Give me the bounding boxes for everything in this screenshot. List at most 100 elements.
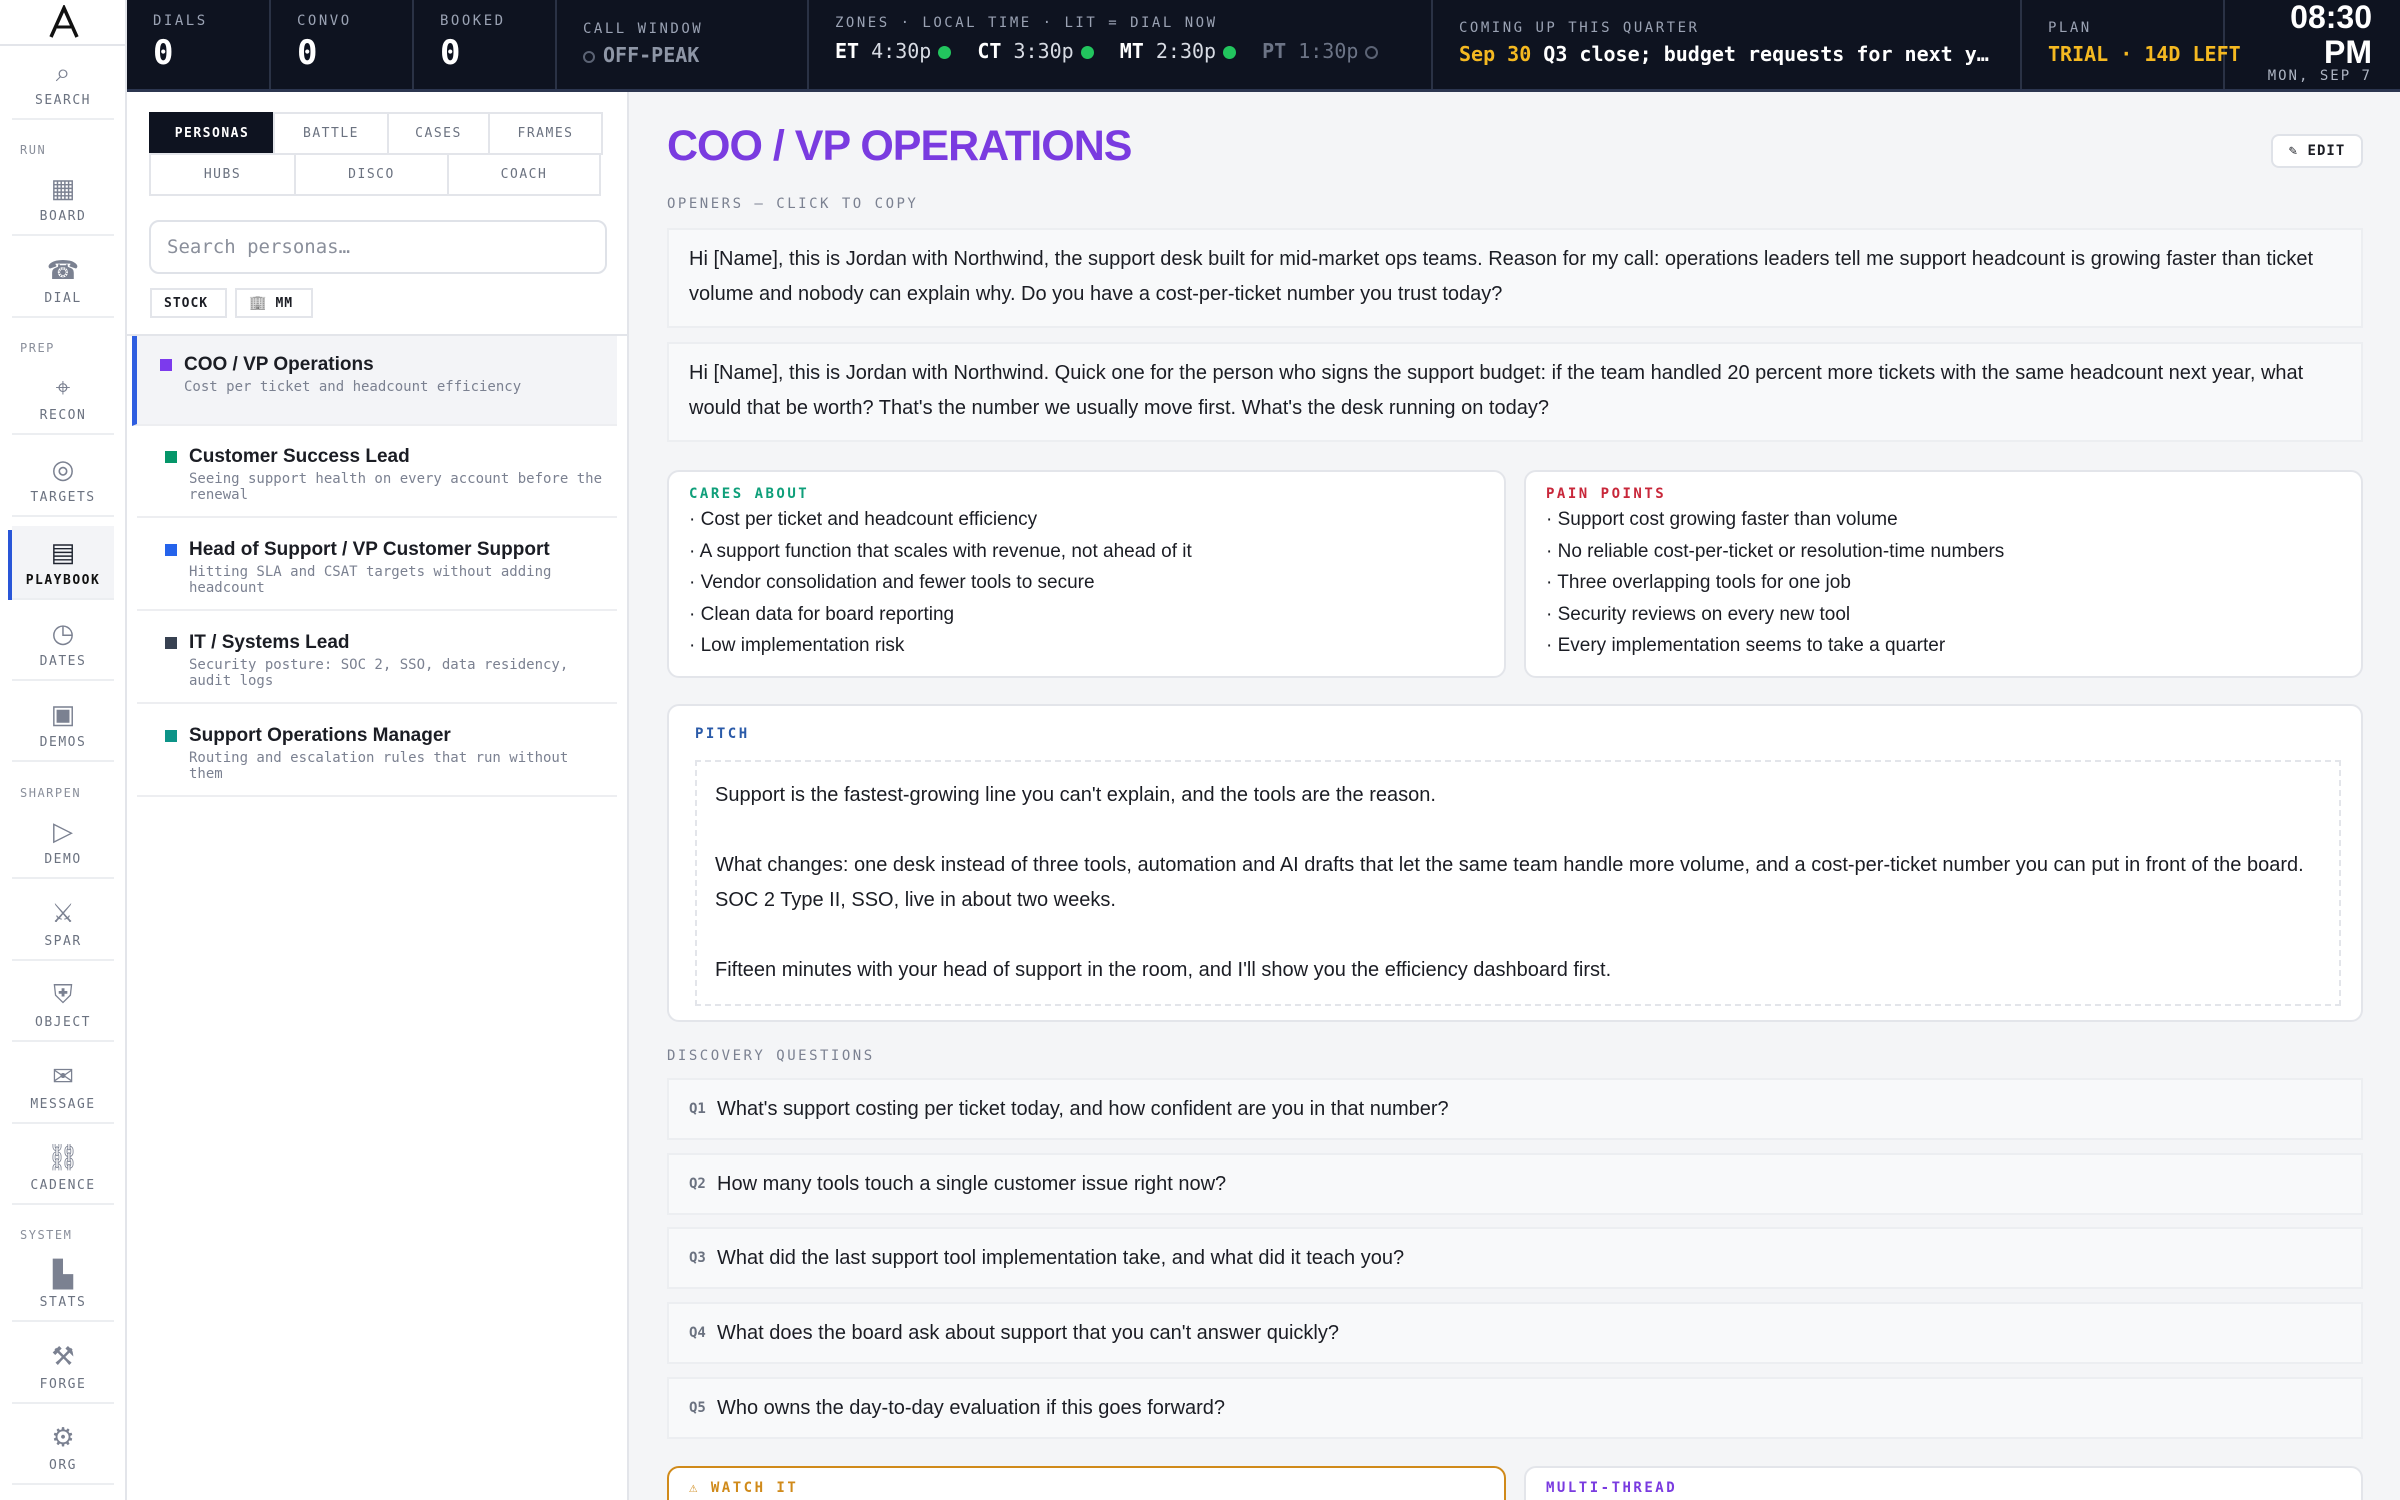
unlit-dot-icon bbox=[1365, 46, 1379, 59]
call-window-value: OFF-PEAK bbox=[603, 43, 700, 67]
page-title: COO / VP OPERATIONS bbox=[667, 122, 1132, 170]
rail-item-spar[interactable]: ⚔ SPAR bbox=[12, 887, 114, 961]
rail-item-search[interactable]: ⌕ SEARCH bbox=[12, 46, 114, 120]
top-stats-bar: DIALS 0 CONVO 0 BOOKED 0 CALL WINDOW OFF… bbox=[127, 0, 2400, 92]
persona-subtitle: Hitting SLA and CSAT targets without add… bbox=[189, 564, 552, 596]
watch-it-label: ⚠ WATCH IT bbox=[689, 1480, 799, 1496]
opener-2[interactable]: Hi [Name], this is Jordan with Northwind… bbox=[667, 342, 2363, 442]
cares-about-label: CARES ABOUT bbox=[689, 486, 810, 502]
tab-personas[interactable]: PERSONAS bbox=[149, 112, 275, 155]
call-window-status: OFF-PEAK bbox=[583, 43, 807, 67]
bullet-item: · Vendor consolidation and fewer tools t… bbox=[689, 567, 1484, 599]
watch-it-card: ⚠ WATCH IT bbox=[667, 1466, 1506, 1500]
zone-time: 4:30p bbox=[871, 39, 932, 63]
lit-dot-icon bbox=[938, 46, 952, 59]
persona-item[interactable]: Support Operations Manager Routing and es… bbox=[137, 707, 617, 797]
mm-filter-chip[interactable]: 🏢 MM bbox=[235, 288, 313, 318]
tab-coach[interactable]: COACH bbox=[447, 153, 601, 196]
rail-item-dates[interactable]: ◷ DATES bbox=[12, 607, 114, 681]
clock: 08:30 PM MON, SEP 7 bbox=[2225, 0, 2400, 89]
zone-mt[interactable]: MT 2:30p bbox=[1120, 39, 1237, 63]
persona-subtitle: Seeing support health on every account b… bbox=[189, 471, 603, 503]
convo-label: CONVO bbox=[297, 13, 352, 29]
discovery-question[interactable]: Q5 Who owns the day-to-day evaluation if … bbox=[667, 1377, 2363, 1439]
rail-item-targets[interactable]: ◎ TARGETS bbox=[12, 443, 114, 517]
tab-battle[interactable]: BATTLE bbox=[273, 112, 389, 155]
rail-item-label: MESSAGE bbox=[30, 1096, 96, 1112]
rail-item-dial[interactable]: ☎ DIAL bbox=[12, 244, 114, 318]
persona-item[interactable]: IT / Systems Lead Security posture: SOC 2… bbox=[137, 614, 617, 704]
bullet-text: Every implementation seems to take a qua… bbox=[1557, 635, 1946, 656]
zone-code: CT bbox=[977, 39, 1002, 63]
discovery-question[interactable]: Q2 How many tools touch a single customer… bbox=[667, 1153, 2363, 1215]
clock-time: 08:30 bbox=[2290, 0, 2372, 35]
zone-ct[interactable]: CT 3:30p bbox=[977, 39, 1094, 63]
rail-item-label: DEMOS bbox=[39, 734, 87, 750]
rail-item-board[interactable]: ▦ BOARD bbox=[12, 162, 114, 236]
cares-about-card: CARES ABOUT · Cost per ticket and headco… bbox=[667, 470, 1506, 678]
persona-title: COO / VP Operations bbox=[184, 354, 374, 375]
pain-points-card: PAIN POINTS · Support cost growing faste… bbox=[1524, 470, 2363, 678]
pains-list: · Support cost growing faster than volum… bbox=[1546, 504, 2341, 662]
stock-filter-chip[interactable]: STOCK bbox=[150, 288, 227, 318]
rail-item-message[interactable]: ✉ MESSAGE bbox=[12, 1050, 114, 1124]
tab-cases[interactable]: CASES bbox=[387, 112, 490, 155]
zones-list: ET 4:30p CT 3:30p MT 2:30p PT 1:30p bbox=[835, 39, 1431, 63]
question-number: Q3 bbox=[689, 1250, 706, 1266]
rail-section-run: RUN bbox=[20, 143, 47, 157]
zone-time: 3:30p bbox=[1013, 39, 1074, 63]
tab-hubs[interactable]: HUBS bbox=[149, 153, 296, 196]
rail-item-playbook[interactable]: ▤ PLAYBOOK bbox=[12, 526, 114, 600]
discovery-question[interactable]: Q1 What's support costing per ticket toda… bbox=[667, 1078, 2363, 1140]
tab-disco[interactable]: DISCO bbox=[294, 153, 449, 196]
zone-et[interactable]: ET 4:30p bbox=[835, 39, 952, 63]
rail-item-label: DATES bbox=[39, 653, 87, 669]
pitch-para-1: Support is the fastest-growing line you … bbox=[715, 784, 1436, 806]
question-text: How many tools touch a single customer i… bbox=[717, 1172, 1227, 1195]
bullet-text: Vendor consolidation and fewer tools to … bbox=[700, 572, 1095, 593]
rail-item-object[interactable]: ⛨ OBJECT bbox=[12, 968, 114, 1042]
zone-pt[interactable]: PT 1:30p bbox=[1262, 39, 1379, 63]
tab-frames[interactable]: FRAMES bbox=[488, 112, 603, 155]
discovery-question[interactable]: Q3 What did the last support tool impleme… bbox=[667, 1227, 2363, 1289]
booked-stat: BOOKED 0 bbox=[414, 0, 557, 89]
rail-item-org[interactable]: ⚙ ORG bbox=[12, 1411, 114, 1485]
demo-icon: ▷ bbox=[53, 815, 73, 846]
rail-item-demo[interactable]: ▷ DEMO bbox=[12, 805, 114, 879]
persona-item[interactable]: COO / VP Operations Cost per ticket and h… bbox=[132, 336, 617, 426]
question-text: Who owns the day-to-day evaluation if th… bbox=[717, 1396, 1226, 1419]
rail-item-stats[interactable]: ▙ STATS bbox=[12, 1248, 114, 1322]
rail-item-label: ORG bbox=[49, 1457, 77, 1473]
bullet-item: · A support function that scales with re… bbox=[689, 536, 1484, 568]
bullet-item: · Clean data for board reporting bbox=[689, 599, 1484, 631]
bullet-item: · No reliable cost-per-ticket or resolut… bbox=[1546, 536, 2341, 568]
clock-date: MON, SEP 7 bbox=[2267, 68, 2372, 84]
forge-icon: ⚒ bbox=[51, 1340, 75, 1371]
rail-item-forge[interactable]: ⚒ FORGE bbox=[12, 1330, 114, 1404]
discovery-question[interactable]: Q4 What does the board ask about support … bbox=[667, 1302, 2363, 1364]
opener-1[interactable]: Hi [Name], this is Jordan with Northwind… bbox=[667, 228, 2363, 328]
openers-label: OPENERS — CLICK TO COPY bbox=[667, 196, 919, 212]
message-icon: ✉ bbox=[52, 1060, 74, 1091]
persona-item[interactable]: Head of Support / VP Customer Support Hit… bbox=[137, 521, 617, 611]
pitch-text[interactable]: Support is the fastest-growing line you … bbox=[695, 760, 2341, 1006]
app-logo[interactable] bbox=[0, 0, 127, 44]
dates-icon: ◷ bbox=[51, 617, 75, 648]
cares-list: · Cost per ticket and headcount efficien… bbox=[689, 504, 1484, 662]
edit-button[interactable]: ✎ EDIT bbox=[2271, 134, 2363, 168]
upcoming-event[interactable]: Sep 30 Q3 close; budget requests for nex… bbox=[1459, 42, 2020, 66]
rail-item-cadence[interactable]: ⛓ CADENCE bbox=[12, 1131, 114, 1205]
persona-color-square-icon bbox=[165, 451, 177, 463]
rail-item-demos[interactable]: ▣ DEMOS bbox=[12, 688, 114, 762]
persona-detail: COO / VP OPERATIONS ✎ EDIT OPENERS — CLI… bbox=[629, 92, 2400, 1500]
plan-status[interactable]: PLAN TRIAL · 14D LEFT bbox=[2022, 0, 2241, 89]
persona-search-input[interactable] bbox=[149, 220, 607, 274]
question-number: Q5 bbox=[689, 1400, 706, 1416]
bullet-item: · Cost per ticket and headcount efficien… bbox=[689, 504, 1484, 536]
bullet-dot: · bbox=[689, 540, 700, 562]
plan-value: TRIAL · 14D LEFT bbox=[2048, 42, 2241, 66]
upcoming-label: COMING UP THIS QUARTER bbox=[1459, 20, 1700, 36]
persona-item[interactable]: Customer Success Lead Seeing support heal… bbox=[137, 428, 617, 518]
rail-item-recon[interactable]: ⌖ RECON bbox=[12, 361, 114, 435]
rail-item-label: TARGETS bbox=[30, 489, 96, 505]
